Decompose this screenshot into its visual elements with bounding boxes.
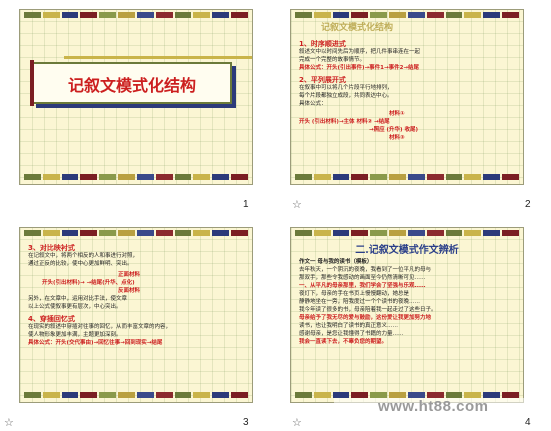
- section-label: 3、对比映衬式: [28, 244, 75, 252]
- slide-2-number: 2: [525, 199, 531, 210]
- slide-2-body: 1、时序顺进式 叙述文中以时间先后为顺序，把几件事串连在一起 完成一个完整的故事…: [299, 40, 517, 142]
- slide-transition-star-icon: ☆: [292, 416, 302, 429]
- body-line: 那双手，那些令我感动的画面至今仍然清晰可见……: [299, 275, 426, 281]
- formula-line: 材料③: [389, 135, 405, 141]
- body-line: 在叙事中可以将几个片段平行地排列，: [299, 85, 393, 91]
- slide-3-thumbnail[interactable]: 3、对比映衬式 在记叙文中，将两个相反的人和事进行对照， 通过正反的比较，使中心…: [19, 227, 253, 403]
- body-line: 感谢母亲，是您让我懂得了书籍的力量……: [299, 331, 404, 337]
- slide-4-title: 二.记叙文模式作文辨析: [355, 245, 459, 256]
- formula-line: 开头 (引出材料)→主体 材料② →结尾: [299, 119, 390, 125]
- slide-top-decor-bar: [24, 12, 248, 18]
- title-box: 记叙文模式化结构: [30, 56, 252, 106]
- body-line: 去年秋天，一个阴沉的夜晚，我看到了一位平凡的母与: [299, 267, 432, 273]
- slide-top-decor-bar: [295, 12, 519, 18]
- slide-4-number: 4: [525, 417, 531, 428]
- body-line: 具体公式：开头(引出事件)→事件1→事件2→结尾: [299, 65, 420, 71]
- formula-line: 正面材料: [118, 272, 141, 278]
- body-line: 使人物形象更加丰满，主题更加深刻。: [28, 332, 122, 338]
- body-line: 静静地坐在一旁，陪我度过一个个读书的夜晚……: [299, 299, 421, 305]
- body-line: 完成一个完整的故事情节。: [299, 57, 366, 63]
- slide-2-faint-heading: 记叙文模式化结构: [321, 23, 394, 32]
- body-line: 另外，在文章中，运用对比手法，使文章: [28, 296, 128, 302]
- formula-line: 开头(引出材料)→ →结尾(升华、点化): [42, 280, 135, 286]
- slide-4-body: 作文一 母与我的读书（模板） 去年秋天，一个阴沉的夜晚，我看到了一位平凡的母与 …: [299, 258, 517, 346]
- body-line: 具体公式：: [299, 101, 327, 107]
- slide-top-decor-bar: [24, 230, 248, 236]
- body-line: 我会一直读下去，不辜负您的期望。: [299, 339, 388, 345]
- body-line: 通过正反的比较，使中心更加鲜明、突出。: [28, 261, 133, 267]
- section-label: 2、平列展开式: [299, 76, 346, 84]
- slide-3-number: 3: [243, 417, 249, 428]
- body-line: 夜灯下，母亲的手在书页上慢慢翻动，她总是: [299, 291, 410, 297]
- formula-line: →照应 (升华) 收尾): [369, 127, 418, 133]
- body-line: 我今年读了很多的书，母亲陪着我一起走过了这些日子。: [299, 307, 437, 313]
- slide-2-thumbnail[interactable]: 记叙文模式化结构 1、时序顺进式 叙述文中以时间先后为顺序，把几件事串连在一起 …: [290, 9, 524, 185]
- slide-1-number: 1: [243, 199, 249, 210]
- section-label: 4、穿插回忆式: [28, 315, 75, 323]
- section-label: 1、时序顺进式: [299, 40, 346, 48]
- slide-top-decor-bar: [295, 230, 519, 236]
- slide-transition-star-icon: ☆: [4, 416, 14, 429]
- formula-line: 材料①: [389, 111, 405, 117]
- watermark-text: www.ht88.com: [378, 398, 489, 415]
- slide-transition-star-icon: ☆: [292, 198, 302, 211]
- slide-3-body: 3、对比映衬式 在记叙文中，将两个相反的人和事进行对照， 通过正反的比较，使中心…: [28, 244, 246, 347]
- slide-4-thumbnail[interactable]: 二.记叙文模式作文辨析 作文一 母与我的读书（模板） 去年秋天，一个阴沉的夜晚，…: [290, 227, 524, 403]
- formula-line: 反面材料: [118, 288, 141, 294]
- body-line: 每个片段都独立成段，共同表达中心。: [299, 93, 393, 99]
- slide-1-title: 记叙文模式化结构: [67, 76, 196, 95]
- slide-1-thumbnail[interactable]: 记叙文模式化结构: [19, 9, 253, 185]
- body-line: 母亲给予了我无尽的爱与鼓励，这份爱让我更加努力地: [299, 315, 432, 321]
- body-line: 叙述文中以时间先后为顺序，把几件事串连在一起: [299, 49, 421, 55]
- body-line: 一、从平凡的母亲那里，我们学会了坚强与乐观……: [299, 283, 426, 289]
- body-line: 在记叙文中，将两个相反的人和事进行对照，: [28, 253, 139, 259]
- body-line: 读书，也让我明白了读书的真正意义……: [299, 323, 399, 329]
- slide-bottom-decor-bar: [24, 174, 248, 180]
- body-line: 作文一 母与我的读书（模板）: [299, 259, 373, 265]
- body-line: 以上公式使叙事更有层次，中心突出。: [28, 304, 122, 310]
- body-line: 具体公式：开头(交代事由)→回忆往事→回到现实→结尾: [28, 340, 163, 346]
- body-line: 在现实的叙述中穿插对往事的回忆，从而丰富文章的内容，: [28, 324, 172, 330]
- slide-bottom-decor-bar: [295, 174, 519, 180]
- slide-bottom-decor-bar: [24, 392, 248, 398]
